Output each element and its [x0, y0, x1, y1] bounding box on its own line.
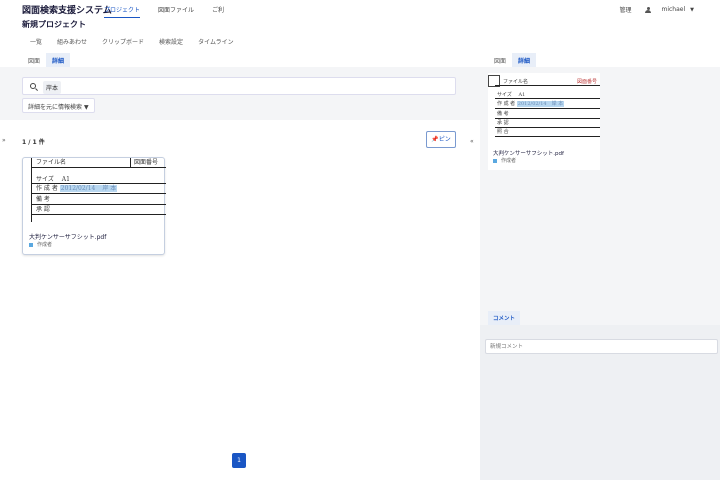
result-card[interactable]: ファイル名 図面番号 サイズ A1 作 成 者 2012/02/14 岸 本 備 …	[22, 157, 166, 255]
d-author-label: 作 成 者	[497, 101, 516, 107]
tb-size-label: サイズ	[36, 176, 54, 183]
d-row-notes: 備 考	[495, 110, 600, 119]
tb-approval-row: 承 認	[32, 205, 166, 215]
title-block-thumbnail: ファイル名 図面番号 サイズ A1 作 成 者 2012/02/14 岸 本 備 …	[31, 158, 166, 222]
top-nav: プロジェクト 図面ファイル ご利	[104, 0, 242, 18]
result-status: 作成者	[29, 241, 52, 248]
nav-item-drawing-files[interactable]: 図面ファイル	[158, 0, 194, 18]
collapse-panel-icon[interactable]: «	[470, 138, 474, 145]
tb-date-value: 2012/02/14	[59, 185, 97, 192]
tb-file-label: ファイル名	[36, 159, 67, 166]
tb-author-label: 作 成 者	[36, 185, 58, 192]
nav-item-usage[interactable]: ご利	[212, 0, 224, 18]
pin-icon: 📌	[431, 136, 439, 143]
d-author-value: 岸 本	[547, 101, 565, 107]
project-subnav: 一覧 組みあわせ クリップボード 検索設定 タイムライン	[30, 37, 249, 46]
result-file-name[interactable]: 大判ケンサーサフシット.pdf	[29, 232, 106, 241]
subnav-item-search-settings[interactable]: 検索設定	[159, 37, 183, 46]
subnav-item-timeline[interactable]: タイムライン	[198, 37, 234, 46]
app-title: 図面検索支援システム	[22, 6, 112, 16]
d-size-value: A1	[518, 92, 526, 98]
d-file-label: ファイル名	[503, 79, 529, 85]
subnav-item-list[interactable]: 一覧	[30, 37, 42, 46]
status-square-icon	[493, 158, 497, 163]
pin-button[interactable]: 📌ピン	[426, 131, 456, 148]
tb-author-value: 岸 本	[96, 185, 118, 192]
detail-file-name[interactable]: 大判ケンサーサフシット.pdf	[493, 149, 564, 157]
detail-pane: 図面 詳細 ファイル名 図面番号 サイズ A1 作 成 者 2012/02/14…	[480, 0, 720, 480]
search-panel: 岸本 詳細を元に情報検索 ▼	[0, 67, 480, 120]
tb-size-value: A1	[61, 176, 70, 183]
tb-note-row: 備 考	[32, 195, 166, 205]
comment-panel	[480, 325, 720, 480]
detail-card: ファイル名 図面番号 サイズ A1 作 成 者 2012/02/14 岸 本 備 …	[488, 73, 600, 170]
status-square-icon	[29, 242, 33, 247]
expand-panel-icon[interactable]: »	[2, 137, 6, 144]
nav-item-projects[interactable]: プロジェクト	[104, 0, 141, 18]
tb-number-label: 図面番号	[130, 158, 158, 168]
info-search-label: 詳細を元に情報検索	[28, 104, 83, 111]
comment-input[interactable]	[485, 339, 718, 354]
project-title: 新規プロジェクト	[22, 20, 86, 29]
chevron-down-icon: ▼	[83, 104, 89, 111]
result-count: 1 / 1 件	[22, 139, 45, 146]
tab-comments[interactable]: コメント	[488, 311, 521, 326]
d-number-label: 図面番号	[577, 79, 598, 85]
search-input[interactable]: 岸本	[22, 77, 456, 95]
d-size-label: サイズ	[497, 92, 512, 98]
pagination-page-1[interactable]: 1	[232, 453, 246, 468]
subnav-item-clipboard[interactable]: クリップボード	[102, 37, 144, 46]
detail-status: 作成者	[493, 157, 516, 164]
info-search-dropdown[interactable]: 詳細を元に情報検索 ▼	[22, 98, 95, 113]
search-icon	[30, 83, 36, 89]
d-row-approval: 承 認	[495, 119, 600, 128]
d-date-value: 2012/02/14	[516, 101, 548, 107]
d-row-check: 照 合	[495, 128, 600, 137]
search-chip[interactable]: 岸本	[43, 81, 62, 94]
subnav-item-combination[interactable]: 組みあわせ	[57, 37, 87, 46]
